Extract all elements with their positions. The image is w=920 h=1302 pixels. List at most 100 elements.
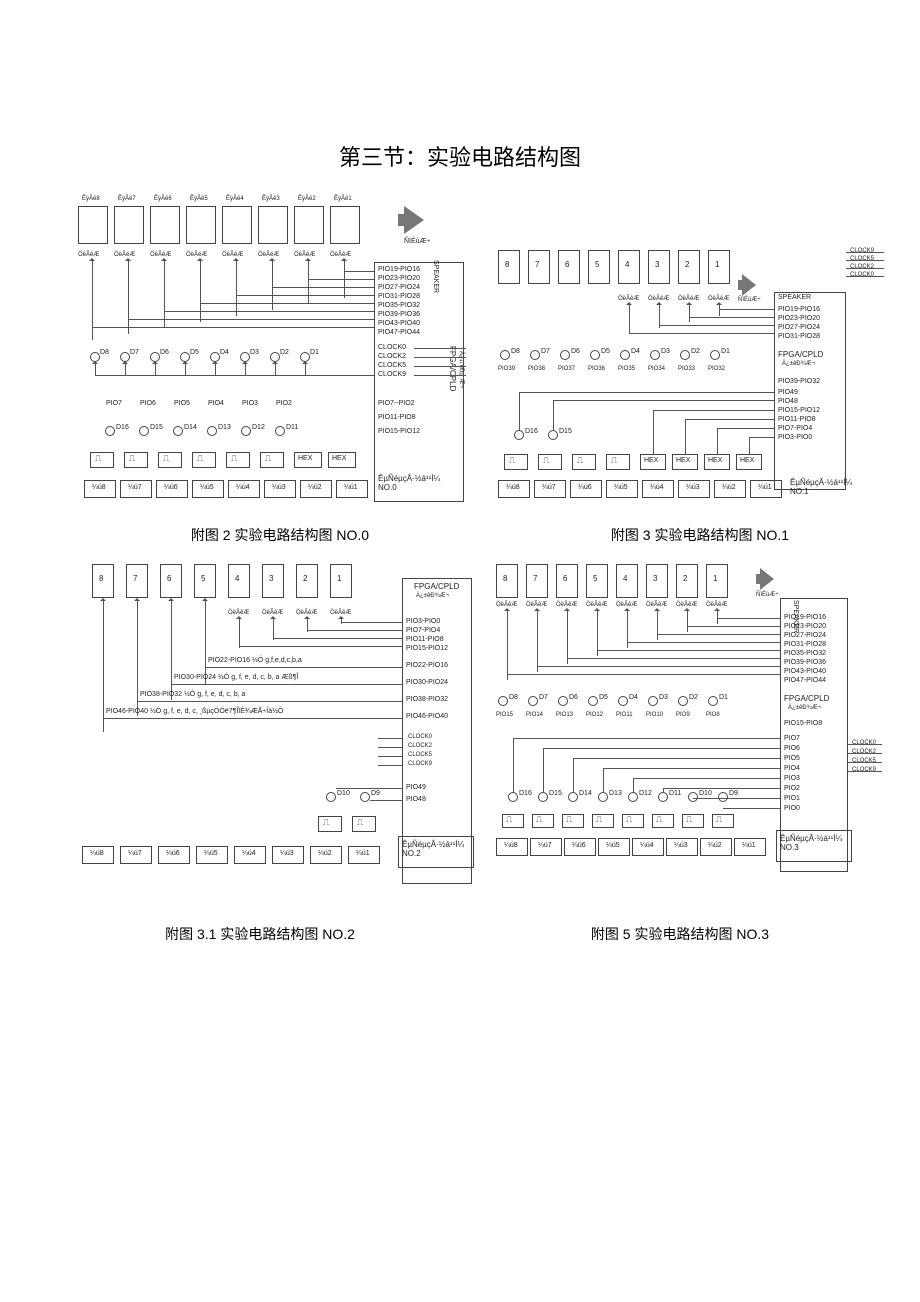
clk5: CLOCK5	[378, 362, 406, 369]
p5: PIO5	[174, 400, 190, 407]
pulse4	[226, 452, 250, 468]
fpga-label: FPGA/CPLD	[448, 346, 457, 391]
l1d5l: D5	[601, 348, 610, 355]
p3l5: PIO39-PIO36	[784, 659, 826, 666]
l1d4l: D4	[631, 348, 640, 355]
clk0-2: CLOCK0	[408, 734, 432, 740]
k3k7l: ¼ú7	[538, 842, 552, 849]
l3d4	[618, 696, 628, 706]
diagram-no3: 8 7 6 5 4 3 2 1 ÑïÉùÆ÷ SPEAKER ÖëÂêÆ ÖëÂ…	[496, 560, 888, 910]
p39: PIO39	[498, 366, 515, 372]
l3d6l: D6	[569, 694, 578, 701]
d6l: D6	[160, 349, 169, 356]
p13: PIO13	[556, 712, 573, 718]
d27n: 7	[133, 574, 137, 583]
k3k3l: ¼ú3	[674, 842, 688, 849]
k3k8l: ¼ú8	[504, 842, 518, 849]
p15: PIO15	[496, 712, 513, 718]
d21n: 1	[337, 574, 341, 583]
disp3	[258, 206, 288, 244]
p4: PIO4	[208, 400, 224, 407]
spk-txt-1: ÑïÉùÆ÷	[738, 297, 761, 303]
h1l: HEX	[740, 457, 754, 464]
disp8	[78, 206, 108, 244]
diagram-no2: 8 7 6 5 4 3 2 1 FPGA/CPLD Ä¿±êÐ¾Æ¬ ÖëÂêÆ…	[78, 560, 482, 910]
k2row1	[352, 816, 376, 832]
l3d15l: D15	[549, 790, 562, 797]
clk2-2: CLOCK2	[408, 743, 432, 749]
l1d8l: D8	[511, 348, 520, 355]
pulse3	[260, 452, 284, 468]
disp5-lbl: ÊýÂë5	[190, 196, 208, 202]
p1l1: PIO23-PIO20	[778, 315, 820, 322]
clk9-1: CLOCK9	[850, 248, 874, 254]
l3d15	[538, 792, 548, 802]
l1d16l: D16	[525, 428, 538, 435]
clk9-2: CLOCK9	[408, 761, 432, 767]
l1d8	[500, 350, 510, 360]
disp5	[186, 206, 216, 244]
caption-1: 附图 3 实验电路结构图 NO.1	[560, 525, 840, 545]
d26n: 6	[167, 574, 171, 583]
l3d2l: D2	[689, 694, 698, 701]
p3l3: PIO31-PIO28	[784, 641, 826, 648]
disp1-lbl: ÊýÂë1	[334, 196, 352, 202]
p3p3: PIO3	[784, 775, 800, 782]
p10: PIO10	[646, 712, 663, 718]
k3k2l: ¼ú2	[708, 842, 722, 849]
k3k4l: ¼ú4	[640, 842, 654, 849]
led-d11	[275, 426, 285, 436]
hex2l: HEX	[298, 455, 312, 462]
fpga1b: Ä¿±êÐ¾Æ¬	[782, 361, 815, 367]
p2r3: PIO15-PIO12	[406, 645, 448, 652]
d35n: 5	[593, 574, 597, 583]
l3d9l: D9	[729, 790, 738, 797]
pulse5	[192, 452, 216, 468]
disp2	[294, 206, 324, 244]
no2-label: ÊµÑéµçÂ·½á¹¹Í¼ NO.2	[402, 840, 464, 858]
k3k1l: ¼ú1	[742, 842, 756, 849]
l2d10	[326, 792, 336, 802]
k1k5l: ¼ú5	[614, 484, 628, 491]
disp3-lbl: ÊýÂë3	[262, 196, 280, 202]
diagram-no1: 8 7 6 5 4 3 2 1 ÑïÉùÆ÷ SPEAKER CLOCK9 CL…	[498, 244, 884, 510]
p1l6: PIO48	[778, 398, 798, 405]
pulse6	[158, 452, 182, 468]
p3p7: PIO7	[784, 735, 800, 742]
l1d2l: D2	[691, 348, 700, 355]
d1l: D1	[310, 349, 319, 356]
d4l: D4	[220, 349, 229, 356]
d28n: 8	[99, 574, 103, 583]
disp7	[114, 206, 144, 244]
p2b: PIO30-PIO24 ½Ó g, f, e, d, c, b, a Æß¶Î	[174, 674, 298, 681]
l3d11	[658, 792, 668, 802]
d38n: 8	[503, 574, 507, 583]
k2k1l: ¼ú1	[356, 850, 370, 857]
d5n: 5	[595, 260, 599, 269]
p0-l7: PIO47-PIO44	[378, 329, 420, 336]
d13: D13	[218, 424, 231, 431]
p3m: PIO15-PIO8	[784, 720, 822, 727]
p1l5: PIO49	[778, 389, 798, 396]
d25n: 5	[201, 574, 205, 583]
k8l: ¼ú8	[92, 484, 106, 491]
diagram-no0: FPGA/CPLD Ä¿±êÐ¾Æ¬ ÑïÉùÆ÷ SPEAKER ÊýÂë8 …	[78, 196, 480, 508]
k1k8l: ¼ú8	[506, 484, 520, 491]
d3n: 3	[655, 260, 659, 269]
p1l9: PIO7-PIO4	[778, 425, 812, 432]
g3: PIO15-PIO12	[378, 428, 420, 435]
p2: PIO2	[276, 400, 292, 407]
p3l4: PIO35-PIO32	[784, 650, 826, 657]
l1d1	[710, 350, 720, 360]
clk0-1: CLOCK0	[850, 272, 874, 278]
l3d16l: D16	[519, 790, 532, 797]
disp6-lbl: ÊýÂë6	[154, 196, 172, 202]
l3d8l: D8	[509, 694, 518, 701]
clk0: CLOCK0	[378, 344, 406, 351]
disp4	[222, 206, 252, 244]
page-title: 第三节：实验电路结构图	[0, 140, 920, 172]
d36n: 6	[563, 574, 567, 583]
disp6	[150, 206, 180, 244]
p37: PIO37	[558, 366, 575, 372]
l3d7	[528, 696, 538, 706]
